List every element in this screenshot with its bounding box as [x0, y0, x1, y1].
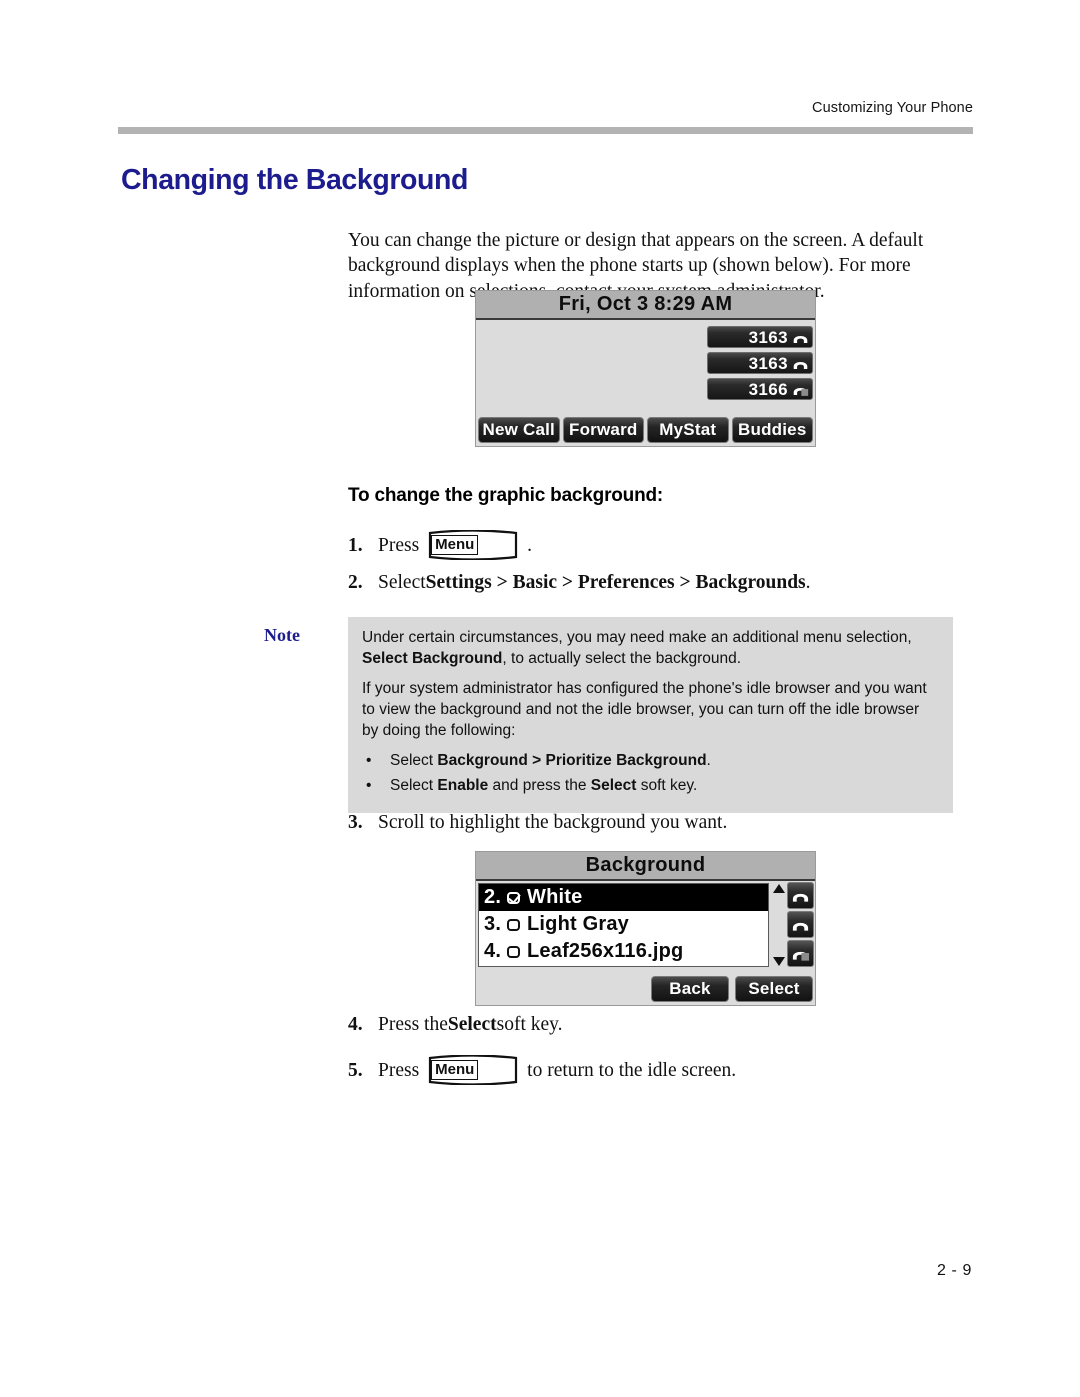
handset-icon: [793, 335, 808, 343]
step-2-lead-text: Select: [378, 572, 426, 593]
soft-key-select[interactable]: Select: [735, 976, 813, 1002]
page-number: 2 - 9: [936, 1262, 972, 1279]
step-4-bold-select: Select: [447, 1014, 497, 1035]
background-option-list: 2. White 3. Light Gray 4. Leaf256x116.jp…: [478, 883, 769, 967]
idle-screen-figure: Fri, Oct 3 8:29 AM 3163 3163 3166 New Ca…: [475, 290, 816, 447]
option-index: 3.: [484, 913, 502, 935]
handset-icon: [792, 893, 809, 902]
note-b2-bold-select: Select: [590, 777, 637, 794]
step-2-menu-path: Settings > Basic > Preferences > Backgro…: [425, 572, 806, 593]
arrow-up-icon[interactable]: [773, 884, 785, 893]
note-b2-part-c: and press the: [488, 777, 591, 794]
soft-key-mystat[interactable]: MyStat: [647, 417, 729, 443]
step-3-number: 3.: [348, 812, 363, 833]
note-b1-bold: Background > Prioritize Background: [437, 752, 707, 769]
step-5: 5. Press Menu to return to the idle scre…: [348, 1055, 736, 1085]
option-label: White: [527, 886, 583, 908]
line-key-2[interactable]: 3163: [707, 352, 813, 374]
menu-hard-key[interactable]: Menu: [426, 530, 520, 560]
option-index: 4.: [484, 940, 502, 962]
note-paragraph-2: If your system administrator has configu…: [362, 680, 927, 739]
option-label: Leaf256x116.jpg: [527, 940, 684, 962]
option-index: 2.: [484, 886, 502, 908]
note-bullet-2: • Select Enable and press the Select sof…: [362, 775, 939, 796]
line-key-3[interactable]: 3166: [707, 378, 813, 400]
note-b2-part-e: soft key.: [636, 777, 698, 794]
option-label: Light Gray: [527, 913, 630, 935]
idle-screen-titlebar: Fri, Oct 3 8:29 AM: [476, 291, 815, 320]
note-p1-bold: Select Background: [362, 650, 503, 667]
menu-line-key-list: [787, 882, 814, 969]
step-5-number: 5.: [348, 1059, 363, 1081]
menu-line-key-2[interactable]: [787, 911, 814, 938]
note-body: Under certain circumstances, you may nee…: [348, 617, 953, 813]
note-b2-part-a: Select: [390, 777, 438, 794]
line-key-3-label: 3166: [748, 379, 788, 399]
note-p1-part-c: , to actually select the background.: [502, 650, 742, 667]
note-b1-part-c: .: [706, 752, 711, 769]
background-menu-figure: Background 2. White 3. Light Gray 4. Lea…: [475, 851, 816, 1006]
handset-icon: [792, 951, 810, 961]
handset-icon: [792, 922, 809, 931]
note-bullet-2-text: Select Enable and press the Select soft …: [390, 775, 697, 796]
handset-icon: [793, 361, 808, 369]
step-2-number: 2.: [348, 572, 363, 593]
background-option-leaf[interactable]: 4. Leaf256x116.jpg: [479, 938, 768, 965]
line-key-2-label: 3163: [748, 353, 788, 373]
bullet-glyph: •: [366, 752, 372, 769]
note-p1-part-a: Under certain circumstances, you may nee…: [362, 629, 912, 646]
step-4-pre-text: Press the: [378, 1014, 448, 1035]
procedure-subhead: To change the graphic background:: [348, 485, 664, 506]
step-3-text: Scroll to highlight the background you w…: [378, 812, 728, 833]
line-key-1-label: 3163: [748, 327, 788, 347]
step-4-number: 4.: [348, 1014, 363, 1035]
checkbox-checked-icon[interactable]: [507, 891, 520, 904]
menu-line-key-3[interactable]: [787, 940, 814, 967]
background-menu-titlebar: Background: [476, 852, 815, 881]
note-bullet-1-text: Select Background > Prioritize Backgroun…: [390, 750, 711, 771]
step-1-pre-text: Press: [378, 534, 420, 556]
note-bullet-1: • Select Background > Prioritize Backgro…: [362, 750, 939, 771]
soft-key-back[interactable]: Back: [651, 976, 729, 1002]
line-key-1[interactable]: 3163: [707, 326, 813, 348]
background-option-light-gray[interactable]: 3. Light Gray: [479, 911, 768, 938]
menu-hard-key[interactable]: Menu: [426, 1055, 520, 1085]
running-head: Customizing Your Phone: [812, 100, 973, 116]
soft-key-new-call[interactable]: New Call: [478, 417, 560, 443]
step-4: 4. Press the Select soft key.: [348, 1012, 563, 1037]
checkbox-empty-icon[interactable]: [507, 918, 520, 931]
idle-soft-key-row: New Call Forward MyStat Buddies: [476, 416, 815, 446]
menu-line-key-1[interactable]: [787, 882, 814, 909]
note-label: Note: [264, 625, 300, 645]
background-option-white[interactable]: 2. White: [479, 884, 768, 911]
page-title: Changing the Background: [121, 164, 469, 196]
step-1-post-text: .: [527, 534, 533, 556]
step-2: 2. Select Settings > Basic > Preferences…: [348, 570, 811, 595]
step-5-post-text: to return to the idle screen.: [527, 1059, 737, 1081]
soft-key-buddies[interactable]: Buddies: [731, 417, 813, 443]
idle-line-key-list: 3163 3163 3166: [707, 326, 813, 404]
idle-screen-body: 3163 3163 3166 New Call Forward MyStat B…: [476, 320, 815, 446]
header-divider: [118, 127, 973, 134]
list-scrollbar[interactable]: [771, 883, 787, 967]
checkbox-empty-icon[interactable]: [507, 945, 520, 958]
step-1: 1. Press Menu .: [348, 530, 532, 560]
menu-hard-key-label: Menu: [431, 1060, 479, 1080]
note-b1-part-a: Select: [390, 752, 438, 769]
step-4-post-text: soft key.: [496, 1014, 563, 1035]
step-3: 3. Scroll to highlight the background yo…: [348, 810, 727, 835]
note-b2-bold-enable: Enable: [437, 777, 489, 794]
background-menu-soft-key-row: Back Select: [476, 975, 815, 1005]
bullet-glyph: •: [366, 777, 372, 794]
step-1-number: 1.: [348, 534, 363, 556]
soft-key-forward[interactable]: Forward: [562, 417, 644, 443]
arrow-down-icon[interactable]: [773, 957, 785, 966]
step-5-pre-text: Press: [378, 1059, 420, 1081]
background-menu-body: 2. White 3. Light Gray 4. Leaf256x116.jp…: [476, 881, 815, 1005]
step-2-tail-text: .: [805, 572, 811, 593]
menu-hard-key-label: Menu: [431, 535, 479, 555]
handset-icon: [793, 387, 809, 396]
page-header: Customizing Your Phone: [118, 100, 973, 136]
note-paragraph-1: Under certain circumstances, you may nee…: [362, 627, 939, 669]
